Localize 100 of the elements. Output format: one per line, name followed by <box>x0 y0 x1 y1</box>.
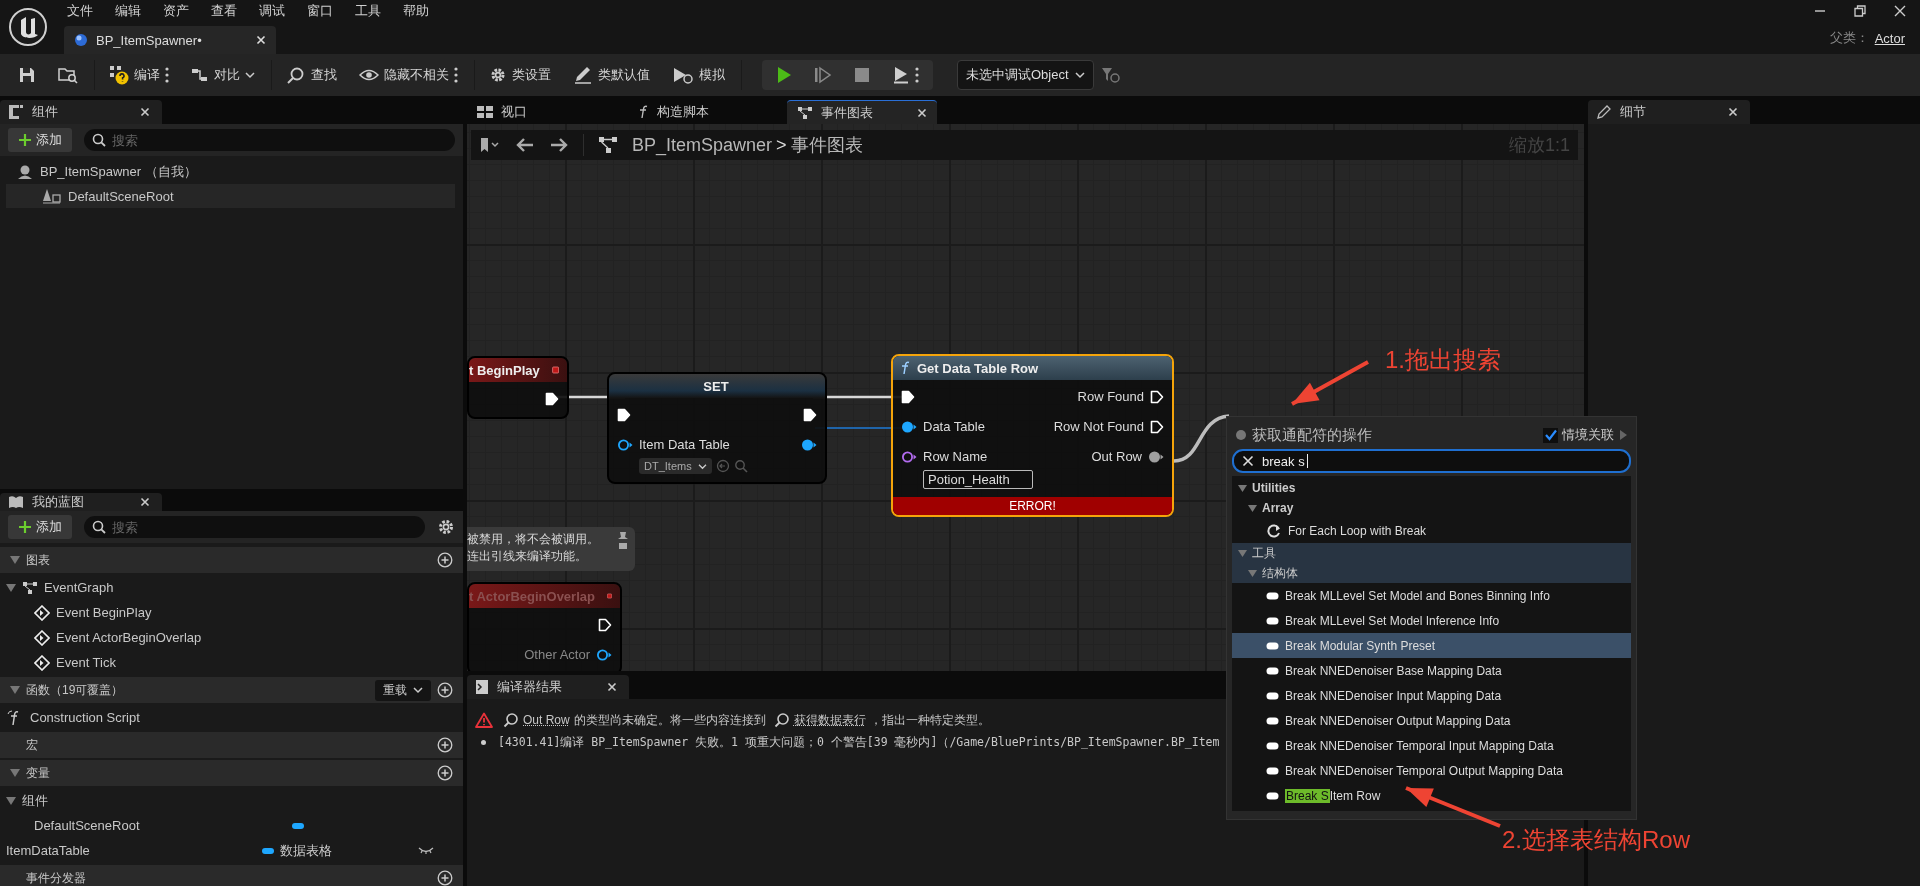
menu-action[interactable]: Break NNEDenoiser Base Mapping Data <box>1232 658 1631 683</box>
tree-item[interactable]: DefaultSceneRoot <box>6 184 455 208</box>
blueprint-item[interactable]: ItemDataTable 数据表格 <box>0 838 463 863</box>
data-pin-icon[interactable] <box>901 450 917 464</box>
section-header[interactable]: 图表 <box>0 547 463 573</box>
exec-pin-icon[interactable] <box>1150 390 1164 404</box>
menu-action[interactable]: Break NNEDenoiser Output Mapping Data <box>1232 708 1631 733</box>
simulate-button[interactable]: 模拟 <box>664 62 733 88</box>
search-input[interactable]: 搜索 <box>112 130 447 150</box>
debug-object-dropdown[interactable]: 未选中调试Object <box>957 60 1094 90</box>
blueprint-node[interactable]: t BeginPlay <box>467 356 569 419</box>
close-icon[interactable] <box>256 35 266 45</box>
debug-filter-icon[interactable] <box>1099 66 1120 84</box>
menu-action[interactable]: Break Modular Synth Preset <box>1232 633 1631 658</box>
delegate-pin-icon[interactable] <box>551 364 559 376</box>
section-header[interactable]: 宏 <box>0 732 463 758</box>
search-field[interactable]: break s <box>1232 449 1631 473</box>
menu-category[interactable]: Utilities <box>1232 478 1631 498</box>
blueprint-item[interactable]: Event ActorBeginOverlap <box>0 625 463 650</box>
parent-class-link[interactable]: Actor <box>1874 30 1905 46</box>
data-pin-icon[interactable] <box>617 438 633 452</box>
expand-right-icon[interactable] <box>1620 430 1627 440</box>
close-icon[interactable] <box>140 107 150 117</box>
add-circle-icon[interactable] <box>437 765 453 781</box>
pin-icon[interactable] <box>617 531 629 551</box>
hide-button[interactable]: 隐藏不相关 <box>351 62 466 88</box>
search-icon[interactable] <box>773 712 790 728</box>
blueprint-item[interactable]: Construction Script <box>0 705 463 730</box>
find-button[interactable]: 查找 <box>278 62 345 88</box>
exec-pin-icon[interactable] <box>1150 420 1164 434</box>
close-icon[interactable] <box>140 497 150 507</box>
data-pin-icon[interactable] <box>901 420 917 434</box>
menu-item[interactable]: 帮助 <box>392 2 440 20</box>
class-settings-button[interactable]: 类设置 <box>481 62 559 88</box>
class-defaults-button[interactable]: 类默认值 <box>565 62 658 88</box>
data-pin-icon[interactable] <box>1148 450 1164 464</box>
menu-action[interactable]: Break MLLevel Set Model Inference Info <box>1232 608 1631 633</box>
blueprint-item[interactable]: Event Tick <box>0 650 463 675</box>
panel-tab[interactable]: 组件 <box>0 100 162 124</box>
menu-action[interactable]: Break NNEDenoiser Temporal Output Mapping Data <box>1232 758 1631 783</box>
override-dropdown[interactable]: 重载 <box>375 679 431 701</box>
node-link[interactable]: 获得数据表行 <box>793 711 866 729</box>
compile-button[interactable]: 编译 <box>101 61 177 89</box>
close-icon[interactable] <box>607 682 617 692</box>
engine-logo-icon[interactable] <box>9 8 47 46</box>
search-field[interactable]: 搜索 <box>84 516 425 538</box>
close-icon[interactable] <box>1893 4 1907 18</box>
blueprint-node[interactable]: SET Item Data Table DT_Items <box>607 372 827 484</box>
menu-item[interactable]: 编辑 <box>104 2 152 20</box>
menu-item[interactable]: 工具 <box>344 2 392 20</box>
menu-category[interactable]: Array <box>1232 498 1631 518</box>
data-pin-icon[interactable] <box>801 438 817 452</box>
add-circle-icon[interactable] <box>437 737 453 753</box>
back-arrow-icon[interactable] <box>515 137 535 153</box>
section-header[interactable]: 函数（19可覆盖） 重载 <box>0 677 463 703</box>
add-button[interactable]: 添加 <box>8 515 72 539</box>
menu-action[interactable]: Break NNEDenoiser Temporal Input Mapping Data <box>1232 733 1631 758</box>
search-icon[interactable] <box>503 712 519 728</box>
exec-pin-icon[interactable] <box>545 392 559 406</box>
add-circle-icon[interactable] <box>437 870 453 886</box>
menu-item[interactable]: 资产 <box>152 2 200 20</box>
close-icon[interactable] <box>917 107 927 118</box>
bookmark-icon[interactable] <box>479 137 501 153</box>
blueprint-item[interactable]: DefaultSceneRoot <box>0 813 463 838</box>
editor-tab[interactable]: 事件图表 <box>787 100 937 124</box>
exec-pin-icon[interactable] <box>803 408 817 422</box>
menu-item[interactable]: 窗口 <box>296 2 344 20</box>
clear-icon[interactable] <box>1242 455 1254 467</box>
node-link[interactable]: Out Row <box>523 713 570 727</box>
menu-item[interactable]: 文件 <box>56 2 104 20</box>
menu-action[interactable]: Break NNEDenoiser Input Mapping Data <box>1232 683 1631 708</box>
document-tab[interactable]: BP_ItemSpawner• <box>64 26 276 54</box>
breadcrumb-link[interactable]: BP_ItemSpawner <box>632 134 773 156</box>
forward-arrow-icon[interactable] <box>549 137 569 153</box>
settings-icon[interactable] <box>437 518 455 536</box>
panel-tab[interactable]: 编译器结果 <box>467 675 629 699</box>
exec-pin-icon[interactable] <box>901 390 915 404</box>
menu-action[interactable]: Break MLLevel Set Model and Bones Binning Info <box>1232 583 1631 608</box>
blueprint-item[interactable]: EventGraph <box>0 575 463 600</box>
section-header[interactable]: 变量 <box>0 760 463 786</box>
add-circle-icon[interactable] <box>437 552 453 568</box>
add-button[interactable]: 添加 <box>8 128 72 152</box>
menu-category[interactable]: 结构体 <box>1232 563 1631 583</box>
panel-tab[interactable]: 细节 <box>1588 100 1750 124</box>
use-selected-icon[interactable] <box>715 459 730 473</box>
tree-item[interactable]: BP_ItemSpawner （自我） <box>6 160 455 184</box>
editor-tab[interactable]: 视口 <box>467 100 617 124</box>
context-sensitive-checkbox[interactable]: 情境关联 <box>1543 426 1614 444</box>
section-header[interactable]: 事件分发器 <box>0 865 463 886</box>
blueprint-item[interactable]: Event BeginPlay <box>0 600 463 625</box>
eye-closed-icon[interactable] <box>418 845 434 856</box>
search-input[interactable]: 搜索 <box>112 517 417 537</box>
menu-action[interactable]: Break S Item Row <box>1232 783 1631 808</box>
editor-tab[interactable]: 构造脚本 <box>627 100 777 124</box>
menu-item[interactable]: 查看 <box>200 2 248 20</box>
row-name-field[interactable]: Potion_Health <box>923 470 1033 489</box>
restore-icon[interactable] <box>1853 4 1867 18</box>
asset-dropdown[interactable]: DT_Items <box>639 458 712 474</box>
diff-button[interactable]: 对比 <box>183 62 263 88</box>
blueprint-node[interactable]: Get Data Table Row Row Found Data Table Row Not Found Row Name Potion_Health Out Row ERROR! <box>891 354 1174 517</box>
